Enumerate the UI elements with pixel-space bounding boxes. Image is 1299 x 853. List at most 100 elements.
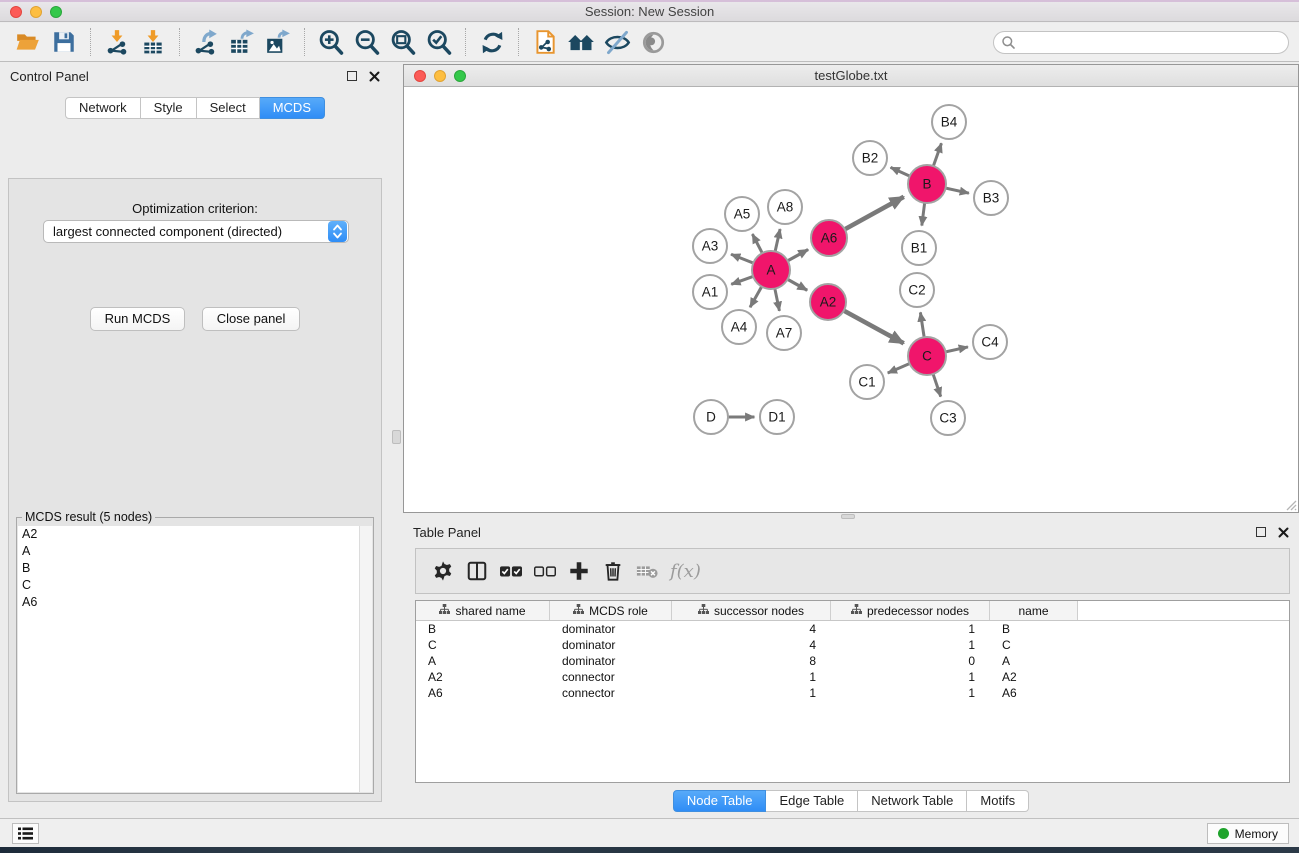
graph-node-A5[interactable]: A5 xyxy=(725,197,759,231)
show-hide-graphics-icon[interactable] xyxy=(602,27,632,57)
graph-node-C1[interactable]: C1 xyxy=(850,365,884,399)
task-history-button[interactable] xyxy=(12,823,39,844)
column-header-label: successor nodes xyxy=(714,604,804,618)
table-row[interactable]: Bdominator41B xyxy=(416,621,1289,637)
delete-table-icon[interactable] xyxy=(630,555,664,587)
graph-node-D[interactable]: D xyxy=(694,400,728,434)
graph-node-A8[interactable]: A8 xyxy=(768,190,802,224)
table-row[interactable]: A6connector11A6 xyxy=(416,685,1289,701)
graph-node-A2[interactable]: A2 xyxy=(810,284,846,320)
network-document-icon[interactable] xyxy=(530,27,560,57)
tab-network[interactable]: Network xyxy=(65,97,141,119)
graph-node-A3[interactable]: A3 xyxy=(693,229,727,263)
graph-node-A1[interactable]: A1 xyxy=(693,275,727,309)
close-panel-button[interactable]: Close panel xyxy=(202,307,301,331)
deselect-all-icon[interactable] xyxy=(528,555,562,587)
network-canvas[interactable]: B4 B2 B B3 A5 A8 A6 A3 B1 A A1 C2 A2 A4 A7 C C4 C1 C3 D D1 xyxy=(404,87,1298,512)
tab-style[interactable]: Style xyxy=(141,97,197,119)
export-network-icon[interactable] xyxy=(191,27,221,57)
node-table[interactable]: shared name MCDS role successor nodes prede… xyxy=(415,600,1290,783)
column-header-MCDS-role[interactable]: MCDS role xyxy=(550,601,672,620)
table-row[interactable]: A2connector11A2 xyxy=(416,669,1289,685)
graph-node-A[interactable]: A xyxy=(752,251,790,289)
svg-text:D: D xyxy=(706,410,716,425)
mcds-result-item[interactable]: A xyxy=(18,543,372,560)
float-panel-icon[interactable] xyxy=(1256,527,1266,537)
column-header-name[interactable]: name xyxy=(990,601,1078,620)
table-row[interactable]: Adominator80A xyxy=(416,653,1289,669)
close-view-button[interactable] xyxy=(414,70,426,82)
save-icon[interactable] xyxy=(49,27,79,57)
zoom-out-icon[interactable] xyxy=(352,27,382,57)
function-builder-icon[interactable]: f(x) xyxy=(670,561,701,582)
home-icon[interactable] xyxy=(566,27,596,57)
status-bar: Memory xyxy=(0,818,1299,847)
graph-node-B4[interactable]: B4 xyxy=(932,105,966,139)
mcds-result-item[interactable]: A2 xyxy=(18,526,372,543)
tab-motifs[interactable]: Motifs xyxy=(967,790,1029,812)
tab-network-table[interactable]: Network Table xyxy=(858,790,967,812)
graph-node-C4[interactable]: C4 xyxy=(973,325,1007,359)
vertical-splitter-grip[interactable] xyxy=(392,430,401,444)
mcds-result-item[interactable]: C xyxy=(18,577,372,594)
export-table-icon[interactable] xyxy=(227,27,257,57)
add-column-icon[interactable] xyxy=(562,555,596,587)
graph-node-B2[interactable]: B2 xyxy=(853,141,887,175)
tab-edge-table[interactable]: Edge Table xyxy=(766,790,858,812)
mcds-result-list[interactable]: A2ABCA6 xyxy=(18,526,372,792)
memory-button[interactable]: Memory xyxy=(1207,823,1289,844)
tab-select[interactable]: Select xyxy=(197,97,260,119)
tab-node-table[interactable]: Node Table xyxy=(673,790,767,812)
table-panel: Table Panel xyxy=(403,519,1299,818)
gear-icon[interactable] xyxy=(426,555,460,587)
run-mcds-button[interactable]: Run MCDS xyxy=(90,307,186,331)
resize-grip-icon[interactable] xyxy=(1284,498,1297,511)
graph-node-D1[interactable]: D1 xyxy=(760,400,794,434)
graph-node-C2[interactable]: C2 xyxy=(900,273,934,307)
eye-icon[interactable] xyxy=(638,27,668,57)
delete-column-icon[interactable] xyxy=(596,555,630,587)
criterion-select[interactable]: largest connected component (directed) xyxy=(43,220,349,243)
graph-node-B3[interactable]: B3 xyxy=(974,181,1008,215)
import-network-icon[interactable] xyxy=(102,27,132,57)
close-window-button[interactable] xyxy=(10,6,22,18)
column-header-predecessor-nodes[interactable]: predecessor nodes xyxy=(831,601,990,620)
zoom-window-button[interactable] xyxy=(50,6,62,18)
graph-node-B[interactable]: B xyxy=(908,165,946,203)
select-all-icon[interactable] xyxy=(494,555,528,587)
refresh-icon[interactable] xyxy=(477,27,507,57)
close-panel-icon[interactable] xyxy=(369,71,380,82)
column-header-successor-nodes[interactable]: successor nodes xyxy=(672,601,831,620)
open-folder-icon[interactable] xyxy=(13,27,43,57)
mcds-result-item[interactable]: A6 xyxy=(18,594,372,611)
graph-node-C3[interactable]: C3 xyxy=(931,401,965,435)
graph-node-B1[interactable]: B1 xyxy=(902,231,936,265)
search-input[interactable] xyxy=(993,31,1289,54)
close-panel-icon[interactable] xyxy=(1278,527,1289,538)
float-panel-icon[interactable] xyxy=(347,71,357,81)
zoom-fit-icon[interactable] xyxy=(388,27,418,57)
tab-mcds[interactable]: MCDS xyxy=(260,97,325,119)
column-selector-icon[interactable] xyxy=(460,555,494,587)
graph-node-A4[interactable]: A4 xyxy=(722,310,756,344)
mcds-result-item[interactable]: B xyxy=(18,560,372,577)
svg-text:C1: C1 xyxy=(858,375,875,390)
column-header-label: MCDS role xyxy=(589,604,648,618)
svg-text:A4: A4 xyxy=(731,320,748,335)
toolbar-separator xyxy=(465,28,466,56)
table-cell: 1 xyxy=(831,621,990,637)
minimize-view-button[interactable] xyxy=(434,70,446,82)
minimize-window-button[interactable] xyxy=(30,6,42,18)
graph-node-C[interactable]: C xyxy=(908,337,946,375)
table-row[interactable]: Cdominator41C xyxy=(416,637,1289,653)
zoom-selected-icon[interactable] xyxy=(424,27,454,57)
zoom-view-button[interactable] xyxy=(454,70,466,82)
import-table-icon[interactable] xyxy=(138,27,168,57)
graph-node-A6[interactable]: A6 xyxy=(811,220,847,256)
column-header-shared-name[interactable]: shared name xyxy=(416,601,550,620)
scrollbar-track[interactable] xyxy=(359,526,372,792)
zoom-in-icon[interactable] xyxy=(316,27,346,57)
search-icon xyxy=(1001,35,1016,55)
export-image-icon[interactable] xyxy=(263,27,293,57)
graph-node-A7[interactable]: A7 xyxy=(767,316,801,350)
